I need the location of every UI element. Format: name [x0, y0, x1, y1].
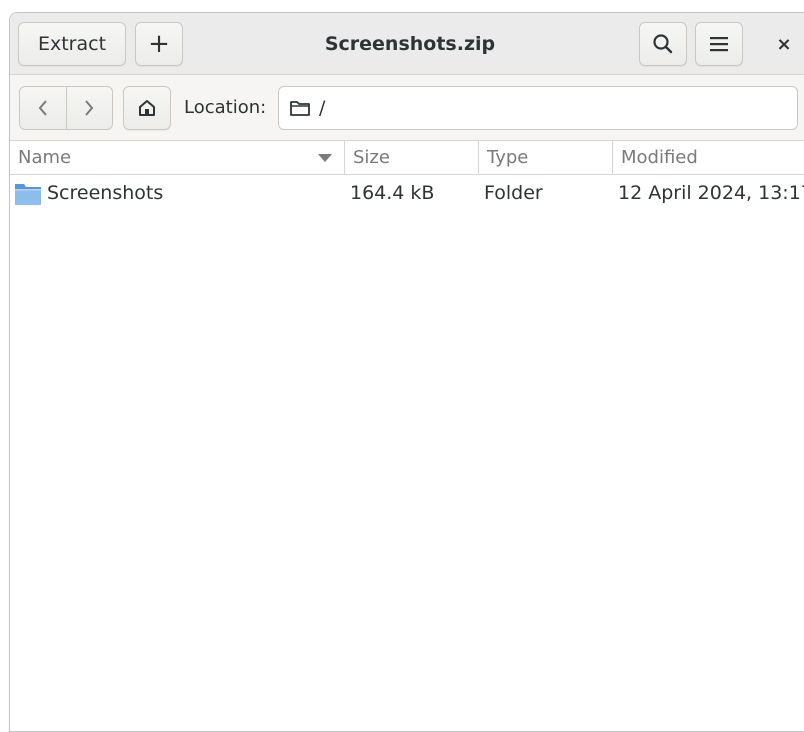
home-icon	[139, 100, 155, 116]
location-bar: Location: /	[10, 75, 804, 141]
column-header-modified[interactable]: Modified	[612, 141, 804, 174]
column-header-size-label: Size	[353, 147, 390, 168]
list-item[interactable]: Screenshots 164.4 kB Folder 12 April 202…	[10, 175, 804, 211]
location-entry[interactable]: /	[278, 86, 798, 130]
column-header-size[interactable]: Size	[344, 141, 478, 174]
file-size: 164.4 kB	[350, 182, 435, 204]
home-button[interactable]	[123, 86, 171, 130]
folder-outline-icon	[290, 101, 310, 116]
column-header-row: Name Size Type Modified	[10, 141, 804, 175]
search-button[interactable]	[639, 22, 687, 66]
extract-button-label: Extract	[37, 33, 107, 55]
column-header-type-label: Type	[487, 147, 529, 168]
add-files-button[interactable]: +	[135, 22, 183, 66]
forward-button[interactable]	[65, 87, 113, 129]
column-header-name[interactable]: Name	[10, 141, 344, 174]
column-header-modified-label: Modified	[621, 147, 698, 168]
window-title: Screenshots.zip	[324, 33, 496, 55]
archive-manager-window: Extract + Screenshots.zip × Location: / …	[9, 12, 804, 732]
sort-descending-icon	[318, 154, 332, 162]
main-menu-button[interactable]	[695, 22, 743, 66]
back-button[interactable]	[20, 87, 66, 129]
folder-icon	[15, 184, 41, 205]
search-icon	[653, 34, 673, 54]
plus-icon: +	[148, 29, 170, 59]
header-bar: Extract + Screenshots.zip ×	[10, 13, 804, 75]
extract-button[interactable]: Extract	[18, 22, 126, 66]
column-header-name-label: Name	[18, 147, 72, 168]
column-header-type[interactable]: Type	[478, 141, 612, 174]
location-path: /	[319, 97, 326, 119]
navigation-buttons	[19, 86, 113, 130]
close-window-button[interactable]: ×	[772, 30, 796, 58]
chevron-left-icon	[38, 100, 47, 116]
file-type: Folder	[484, 182, 543, 204]
location-label: Location:	[184, 97, 267, 118]
file-modified: 12 April 2024, 13:17	[618, 182, 804, 204]
hamburger-menu-icon	[710, 37, 728, 52]
close-icon: ×	[776, 33, 792, 55]
chevron-right-icon	[85, 100, 94, 116]
file-name: Screenshots	[47, 182, 164, 204]
